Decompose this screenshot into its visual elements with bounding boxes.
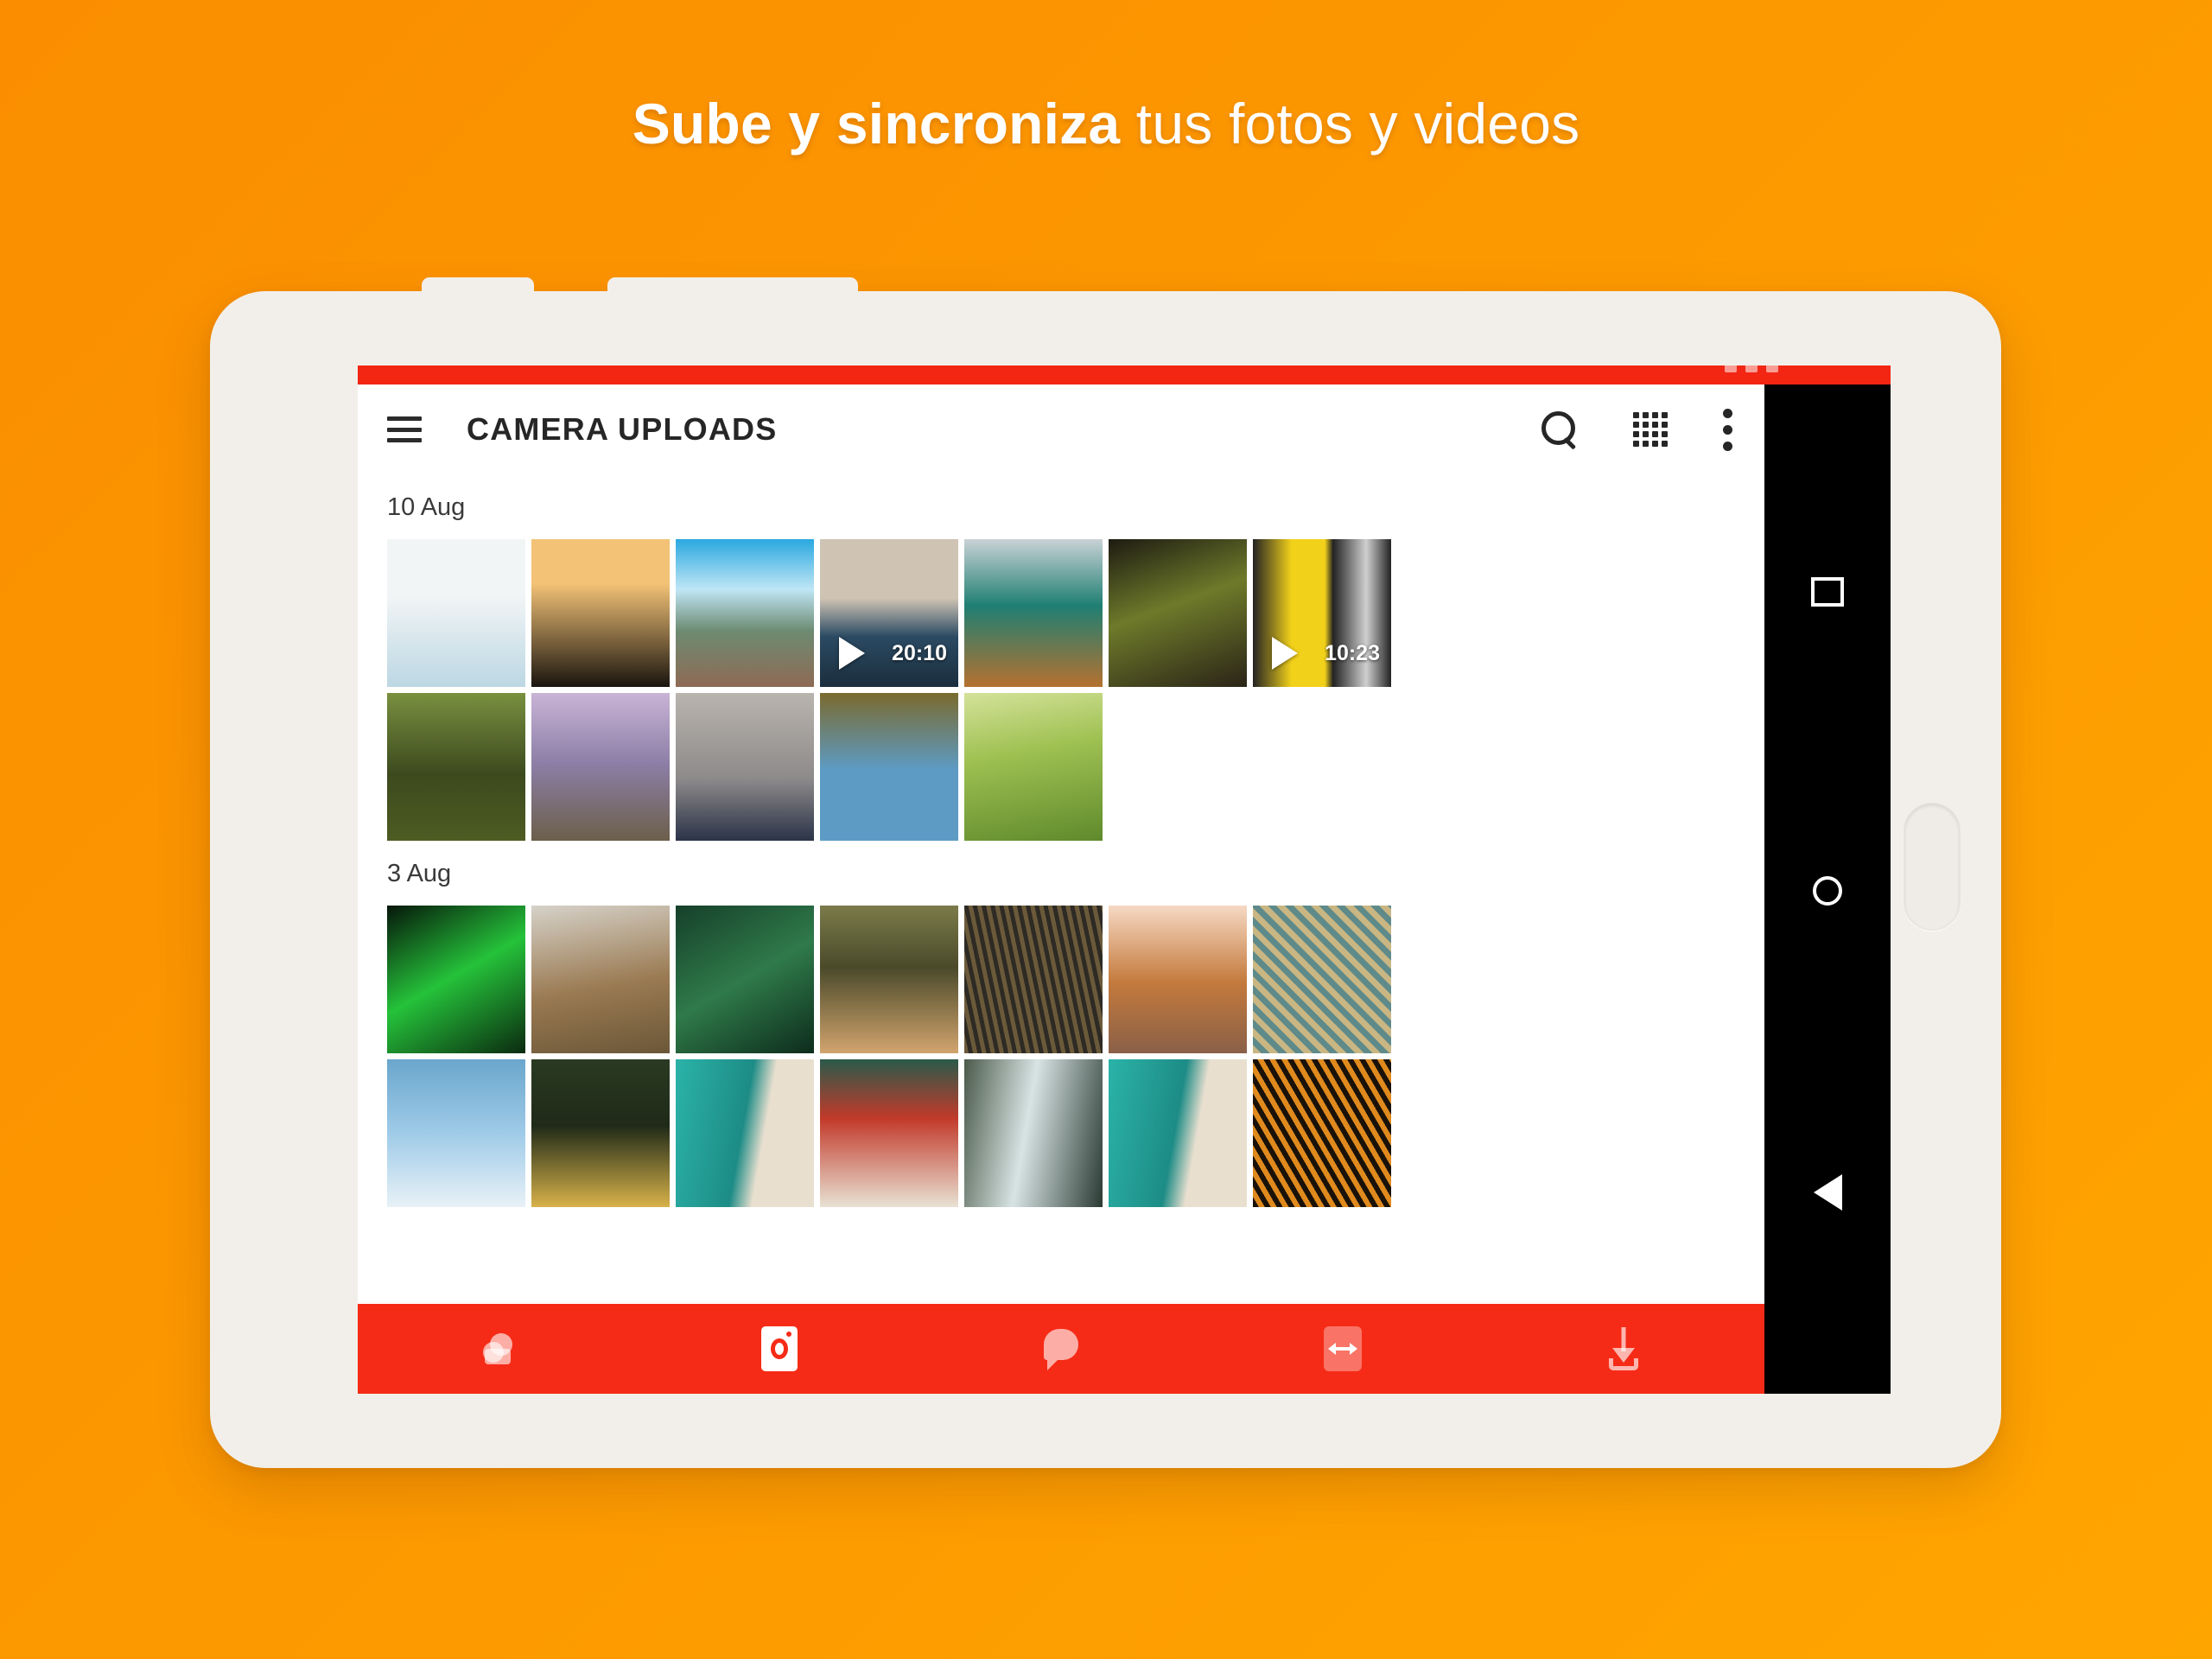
tall-trees-photo[interactable] (387, 693, 525, 841)
camera-uploads-tab[interactable] (639, 1326, 921, 1371)
iguana-photo[interactable] (531, 906, 670, 1053)
thumbnail-image (820, 693, 958, 841)
battery-icon (1766, 365, 1778, 372)
canyon-texture-photo[interactable] (964, 906, 1103, 1053)
thumbnail-image (820, 906, 958, 1053)
bottom-toolbar (358, 1304, 1764, 1394)
thumbnail-image (387, 693, 525, 841)
orange-rock-photo[interactable] (1253, 1059, 1391, 1207)
chat-icon (1040, 1329, 1082, 1370)
gallery-row (358, 693, 1764, 841)
thumbnail-image (964, 693, 1103, 841)
green-grass-photo[interactable] (964, 693, 1103, 841)
aerial-jungle-photo[interactable] (676, 906, 814, 1053)
bezel-nub-right (607, 277, 858, 296)
sky-clouds-photo[interactable] (387, 1059, 525, 1207)
lake-boat-photo[interactable] (964, 539, 1103, 687)
laundry-balcony-photo[interactable] (820, 1059, 958, 1207)
fern-leaf-photo[interactable] (387, 906, 525, 1053)
gallery-row (358, 1059, 1764, 1207)
gallery-row: 20:10 10:23 (358, 539, 1764, 687)
app-content-area: CAMERA UPLOADS 10 Aug 20:10 10:23 3 Aug (358, 385, 1764, 1394)
back-icon[interactable] (1813, 1174, 1842, 1211)
status-bar-icons (1725, 365, 1778, 372)
thumbnail-image (531, 1059, 670, 1207)
grey-peaks-photo[interactable] (676, 693, 814, 841)
thumbnail-image (1253, 906, 1391, 1053)
transfers-tab[interactable] (1202, 1326, 1484, 1371)
cloud-drive-tab[interactable] (358, 1332, 639, 1366)
pool-edge-2-photo[interactable] (1109, 1059, 1247, 1207)
thumbnail-image (676, 906, 814, 1053)
road-marking-video[interactable]: 10:23 (1253, 539, 1391, 687)
flamingo-photo[interactable] (820, 693, 958, 841)
headline-bold-part: Sube y sincroniza (632, 92, 1121, 156)
grid-icon (1633, 412, 1668, 447)
patterned-rock-photo[interactable] (1253, 906, 1391, 1053)
home-icon[interactable] (1813, 875, 1842, 906)
tablet-screen: CAMERA UPLOADS 10 Aug 20:10 10:23 3 Aug (358, 365, 1891, 1394)
sunset-arch-photo[interactable] (531, 539, 670, 687)
overflow-menu-button[interactable] (1723, 408, 1733, 451)
android-navigation-bar (1764, 385, 1891, 1394)
wifi-icon (1745, 365, 1758, 372)
impala-deer-photo[interactable] (820, 906, 958, 1053)
search-button[interactable] (1540, 410, 1578, 448)
page-title: CAMERA UPLOADS (467, 411, 778, 447)
play-icon (839, 637, 865, 670)
video-duration-label: 10:23 (1325, 641, 1380, 665)
download-icon (1604, 1327, 1643, 1370)
gallery-row (358, 906, 1764, 1053)
thumbnail-image (1109, 1059, 1247, 1207)
sea-stacks-photo[interactable] (1109, 906, 1247, 1053)
canyon-road-photo[interactable] (676, 539, 814, 687)
promo-headline: Sube y sincroniza tus fotos y videos (0, 91, 2212, 156)
fingerprint-button[interactable] (1904, 803, 1961, 931)
thumbnail-image (531, 906, 670, 1053)
recents-icon[interactable] (1811, 577, 1844, 607)
search-icon (1540, 410, 1578, 448)
gallery-date-header: 3 Aug (387, 860, 452, 887)
thumbnail-image (676, 1059, 814, 1207)
dark-forest-photo[interactable] (1109, 539, 1247, 687)
thumbnail-image (387, 539, 525, 687)
thumbnail-image (1109, 906, 1247, 1053)
pool-edge-photo[interactable] (676, 1059, 814, 1207)
app-bar: CAMERA UPLOADS (358, 385, 1764, 474)
thumbnail-image (531, 693, 670, 841)
thumbnail-image (964, 906, 1103, 1053)
gallery-date-header: 10 Aug (387, 493, 466, 521)
signal-icon (1725, 365, 1737, 372)
grid-view-button[interactable] (1633, 412, 1668, 447)
thumbnail-image (1253, 1059, 1391, 1207)
bezel-nub-left (422, 277, 534, 296)
thumbnail-image (676, 539, 814, 687)
hamburger-menu-icon[interactable] (387, 416, 422, 442)
thumbnail-image (387, 906, 525, 1053)
thumbnail-image (964, 539, 1103, 687)
thumbnail-image (387, 1059, 525, 1207)
thumbnail-image (531, 539, 670, 687)
waterfall-photo[interactable] (964, 1059, 1103, 1207)
camera-icon (761, 1326, 798, 1371)
plants-video[interactable]: 20:10 (820, 539, 958, 687)
headline-normal-part: tus fotos y videos (1120, 92, 1580, 156)
thumbnail-image (1109, 539, 1247, 687)
video-duration-label: 20:10 (892, 641, 947, 665)
status-bar (358, 365, 1891, 385)
offline-tab[interactable] (1483, 1327, 1764, 1370)
photo-gallery: 10 Aug 20:10 10:23 3 Aug (358, 474, 1764, 1207)
people-crowd-photo[interactable] (531, 1059, 670, 1207)
overflow-menu-icon (1723, 408, 1733, 451)
tablet-device: CAMERA UPLOADS 10 Aug 20:10 10:23 3 Aug (210, 277, 2001, 1468)
coastal-cliff-photo[interactable] (387, 539, 525, 687)
chat-tab[interactable] (920, 1329, 1202, 1370)
play-icon (1272, 637, 1298, 670)
thumbnail-image (676, 693, 814, 841)
cloud-icon (478, 1332, 519, 1366)
thumbnail-image (820, 1059, 958, 1207)
thumbnail-image (964, 1059, 1103, 1207)
mountain-dusk-photo[interactable] (531, 693, 670, 841)
transfer-icon (1323, 1326, 1362, 1371)
